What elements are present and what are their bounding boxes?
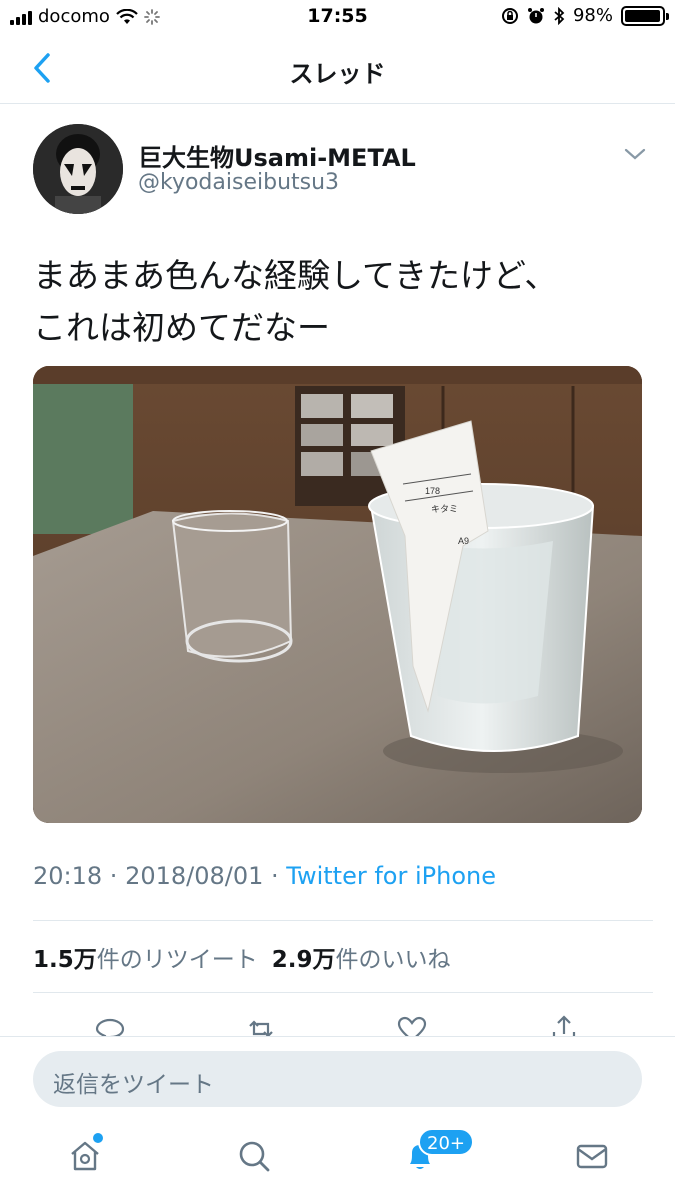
bluetooth-icon <box>554 6 565 25</box>
reply-input[interactable]: 返信をツイート <box>33 1051 642 1107</box>
tweet-meta: 20:18 · 2018/08/01 · Twitter for iPhone <box>33 862 496 890</box>
divider <box>33 992 653 993</box>
tweet-date: 2018/08/01 <box>125 862 264 890</box>
notifications-badge: 20+ <box>418 1128 474 1156</box>
retweet-stat[interactable]: 1.5万件のリツイート <box>33 947 258 973</box>
battery-icon <box>621 5 669 26</box>
chevron-down-icon <box>624 148 646 160</box>
receipt-text: キタミ <box>431 504 458 514</box>
user-name[interactable]: 巨大生物Usami-METAL <box>138 138 416 173</box>
tweet-text: まあまあ色んな経験してきたけど、 これは初めてだなー <box>33 250 643 354</box>
avatar[interactable] <box>33 124 123 214</box>
search-icon <box>239 1141 270 1172</box>
retweet-count: 1.5万 <box>33 947 97 973</box>
tab-messages[interactable] <box>572 1136 612 1176</box>
reply-icon <box>95 1018 125 1036</box>
like-button[interactable] <box>395 1012 429 1036</box>
tweet-photo[interactable]: 178 キタミ A9 <box>33 366 642 823</box>
tweet-actions <box>0 1006 675 1036</box>
like-count: 2.9万 <box>271 947 336 973</box>
reply-button[interactable] <box>93 1012 127 1036</box>
battery-fill <box>625 9 661 22</box>
meta-separator: · <box>263 862 287 890</box>
nav-bar: スレッド <box>0 34 675 104</box>
page-title: スレッド <box>289 60 386 88</box>
tab-search[interactable] <box>234 1136 274 1176</box>
home-new-indicator <box>93 1133 103 1143</box>
user-handle[interactable]: @kyodaiseibutsu3 <box>138 170 339 195</box>
avatar-image <box>33 124 123 214</box>
heart-icon <box>397 1016 427 1036</box>
retweet-label: 件のリツイート <box>96 947 258 973</box>
retweet-button[interactable] <box>244 1012 278 1036</box>
alarm-icon <box>527 7 544 23</box>
home-icon <box>71 1141 99 1171</box>
tweet-text-line: これは初めてだなー <box>33 308 330 347</box>
battery-percent: 98% <box>572 5 613 26</box>
reply-placeholder: 返信をツイート <box>53 1072 214 1098</box>
photo-illustration: 178 キタミ A9 <box>33 366 642 823</box>
tweet-text-line: まあまあ色んな経験してきたけど、 <box>33 256 558 295</box>
tweet-time: 20:18 <box>33 862 103 890</box>
status-right: 98% <box>501 5 669 26</box>
tweet-stats: 1.5万件のリツイート 2.9万件のいいね <box>33 940 451 974</box>
like-stat[interactable]: 2.9万件のいいね <box>272 947 451 973</box>
tweet-source-link[interactable]: Twitter for iPhone <box>286 862 496 890</box>
share-button[interactable] <box>547 1012 581 1036</box>
receipt-text: A9 <box>458 536 469 546</box>
messages-icon <box>576 1144 608 1169</box>
like-label: 件のいいね <box>335 947 451 973</box>
status-bar: docomo 17:55 98% <box>0 0 675 34</box>
rotation-lock-icon <box>501 7 518 24</box>
share-icon <box>552 1015 576 1036</box>
retweet-icon <box>249 1020 273 1036</box>
tab-bar <box>0 1120 675 1200</box>
receipt-text: 178 <box>425 486 440 496</box>
more-options-button[interactable] <box>622 144 648 164</box>
meta-separator: · <box>102 862 126 890</box>
divider <box>33 920 653 921</box>
